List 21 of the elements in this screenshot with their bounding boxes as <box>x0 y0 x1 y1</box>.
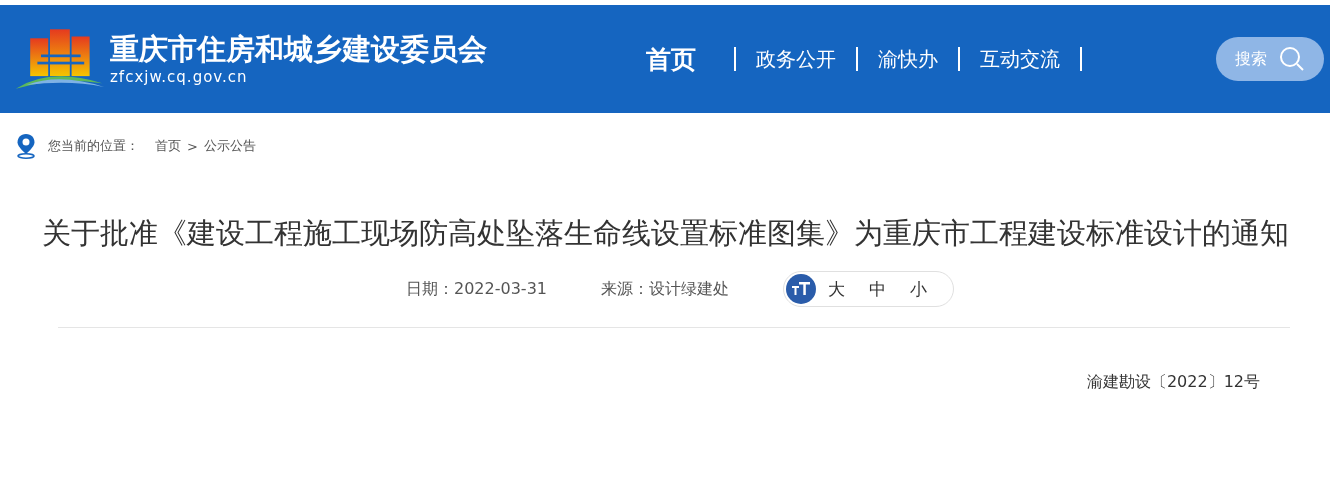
font-size-option[interactable]: 中 <box>857 277 898 301</box>
article-source: 来源：设计绿建处 <box>601 278 729 300</box>
location-pin-icon <box>16 133 36 159</box>
nav-link[interactable]: 首页 <box>610 42 734 76</box>
breadcrumb-link[interactable]: 公示公告 <box>203 137 256 155</box>
article-title: 关于批准《建设工程施工现场防高处坠落生命线设置标准图集》为重庆市工程建设标准设计的通知 <box>40 215 1290 252</box>
nav-link[interactable]: 政务公开 <box>736 45 856 73</box>
logo-icon <box>14 27 104 91</box>
nav-link[interactable]: 互动交流 <box>960 45 1080 73</box>
font-size-option[interactable]: 大 <box>816 277 857 301</box>
article-date: 日期：2022-03-31 <box>406 278 547 300</box>
breadcrumb-label: 您当前的位置： <box>48 137 139 155</box>
search-icon <box>1279 46 1305 72</box>
site-name: 重庆市住房和城乡建设委员会 <box>110 31 487 67</box>
nav-link[interactable]: 渝快办 <box>858 45 958 73</box>
breadcrumb-link[interactable]: 首页 <box>155 137 181 155</box>
breadcrumb-separator: > <box>187 138 198 154</box>
site-domain: zfcxjw.cq.gov.cn <box>110 68 249 87</box>
document-number: 渝建勘设〔2022〕12号 <box>1086 372 1260 393</box>
font-size-option[interactable]: 小 <box>898 277 939 301</box>
font-size-icon <box>786 274 816 304</box>
